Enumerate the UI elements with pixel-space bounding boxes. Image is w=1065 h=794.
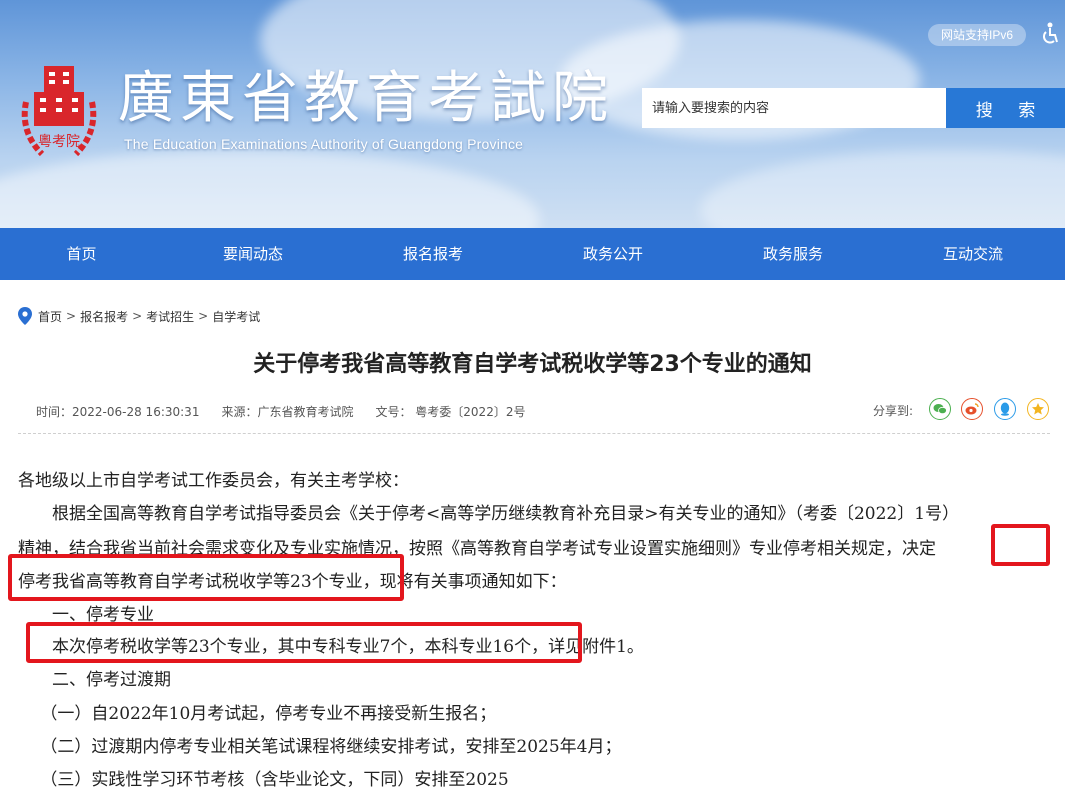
weibo-icon[interactable] — [961, 398, 983, 420]
highlight-box — [26, 622, 582, 663]
main-nav: 首页 要闻动态 报名报考 政务公开 政务服务 互动交流 — [0, 228, 1065, 280]
breadcrumb-home[interactable]: 首页 — [38, 308, 62, 325]
site-emblem: 粵考院 — [12, 62, 106, 162]
nav-item-registration[interactable]: 报名报考 — [343, 228, 523, 280]
site-header: 网站支持IPv6 粵考院 廣東省教育考試院 The Education Exam… — [0, 0, 1065, 228]
share-label: 分享到: — [873, 404, 914, 418]
site-title: 廣東省教育考試院 — [118, 66, 614, 131]
accessibility-icon[interactable] — [1039, 22, 1061, 46]
paragraph-line: 根据全国高等教育自学考试指导委员会《关于停考<高等学历继续教育补充目录>有关专业… — [18, 504, 960, 524]
wechat-icon[interactable] — [929, 398, 951, 420]
publish-time: 时间：2022-06-28 16:30:31 — [36, 405, 200, 419]
site-subtitle: The Education Examinations Authority of … — [124, 136, 524, 152]
highlight-box — [991, 524, 1050, 566]
breadcrumb: 首页 > 报名报考 > 考试招生 > 自学考试 — [18, 306, 260, 326]
search-button[interactable]: 搜 索 — [946, 88, 1065, 128]
article-meta: 时间：2022-06-28 16:30:31 来源：广东省教育考试院 文号： 粤… — [36, 403, 547, 420]
nav-item-home[interactable]: 首页 — [0, 228, 163, 280]
cloud-decoration — [700, 150, 1065, 228]
location-pin-icon — [18, 307, 32, 325]
qzone-icon[interactable] — [1027, 398, 1049, 420]
list-item: （三）实践性学习环节考核（含毕业论文，下同）安排至2025 — [18, 770, 509, 790]
breadcrumb-registration[interactable]: 报名报考 — [80, 308, 128, 325]
section-heading: 二、停考过渡期 — [18, 670, 171, 690]
breadcrumb-separator: > — [132, 309, 143, 323]
article-source: 来源：广东省教育考试院 — [221, 405, 354, 419]
search-input[interactable] — [642, 88, 946, 128]
nav-item-news[interactable]: 要闻动态 — [163, 228, 343, 280]
paragraph-line: 各地级以上市自学考试工作委员会，有关主考学校： — [18, 471, 409, 491]
breadcrumb-self-study-exam[interactable]: 自学考试 — [212, 308, 260, 325]
qq-icon[interactable] — [994, 398, 1016, 420]
list-item: （一）自2022年10月考试起，停考专业不再接受新生报名； — [18, 704, 497, 724]
nav-item-gov-affairs[interactable]: 政务公开 — [523, 228, 703, 280]
breadcrumb-exam-enrollment[interactable]: 考试招生 — [146, 308, 194, 325]
highlight-box — [8, 554, 404, 601]
ipv6-badge: 网站支持IPv6 — [928, 24, 1026, 46]
meta-divider — [18, 433, 1050, 434]
list-item: （二）过渡期内停考专业相关笔试课程将继续安排考试，安排至2025年4月； — [18, 737, 622, 757]
breadcrumb-separator: > — [66, 309, 77, 323]
document-number: 文号： 粤考委〔2022〕2号 — [375, 405, 526, 419]
breadcrumb-separator: > — [198, 309, 209, 323]
nav-item-interaction[interactable]: 互动交流 — [883, 228, 1063, 280]
emblem-text: 粵考院 — [38, 134, 80, 150]
article-title: 关于停考我省高等教育自学考试税收学等23个专业的通知 — [253, 352, 812, 377]
nav-item-gov-services[interactable]: 政务服务 — [703, 228, 883, 280]
